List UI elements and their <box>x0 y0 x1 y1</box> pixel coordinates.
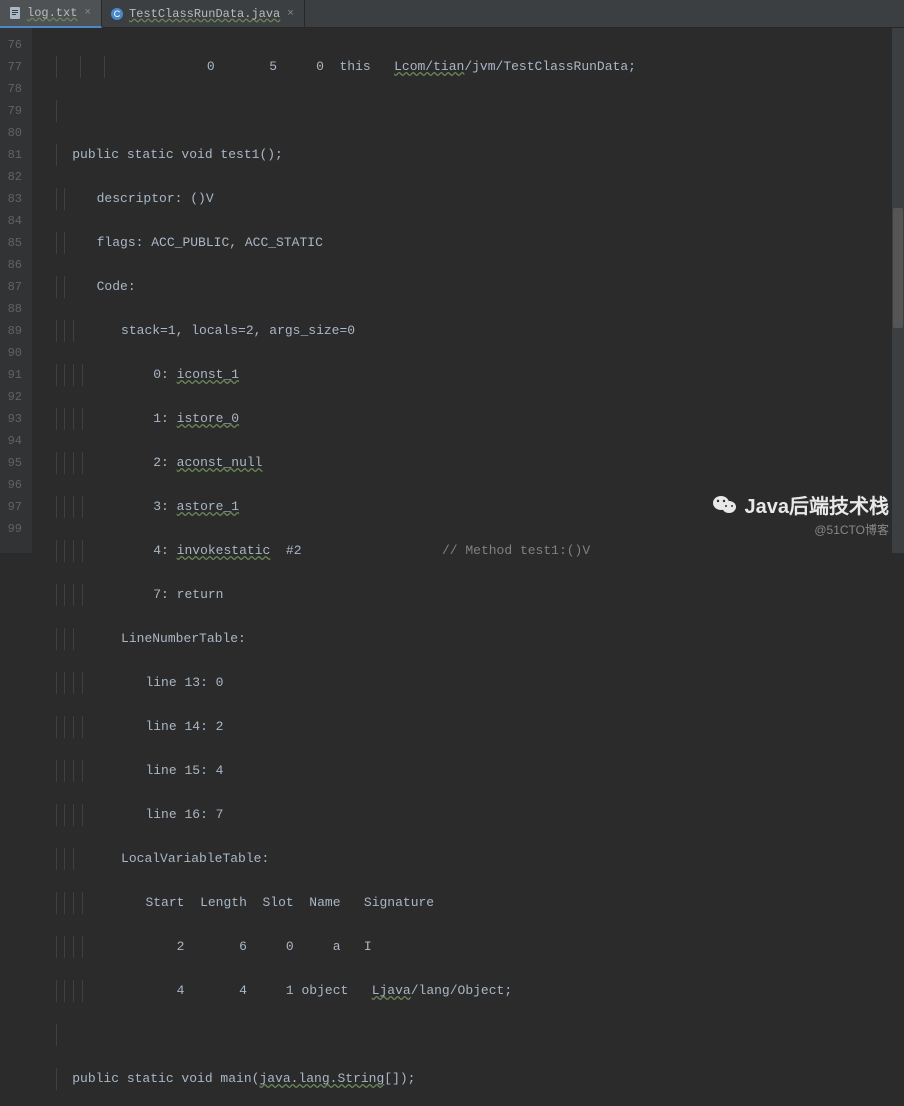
code-line: LocalVariableTable: <box>32 848 904 870</box>
code-line: LineNumberTable: <box>32 628 904 650</box>
code-line: 2: aconst_null <box>32 452 904 474</box>
line-number: 97 <box>0 496 22 518</box>
line-number: 82 <box>0 166 22 188</box>
wechat-icon <box>711 491 739 519</box>
code-line <box>32 1024 904 1046</box>
code-line: line 13: 0 <box>32 672 904 694</box>
code-line: public static void test1(); <box>32 144 904 166</box>
code-line: 4 4 1 object Ljava/lang/Object; <box>32 980 904 1002</box>
code-line: flags: ACC_PUBLIC, ACC_STATIC <box>32 232 904 254</box>
line-number: 79 <box>0 100 22 122</box>
line-number: 78 <box>0 78 22 100</box>
line-number: 81 <box>0 144 22 166</box>
code-line: Start Length Slot Name Signature <box>32 892 904 914</box>
svg-text:C: C <box>114 9 121 19</box>
editor-area: 76 77 78 79 80 81 82 83 84 85 86 87 88 8… <box>0 28 904 553</box>
watermark-text: Java后端技术栈 <box>745 490 890 519</box>
tab-label: TestClassRunData.java <box>129 7 280 21</box>
code-line: descriptor: ()V <box>32 188 904 210</box>
code-line: line 16: 7 <box>32 804 904 826</box>
code-line: stack=1, locals=2, args_size=0 <box>32 320 904 342</box>
code-line <box>32 100 904 122</box>
line-number: 99 <box>0 518 22 540</box>
line-number: 83 <box>0 188 22 210</box>
line-number: 77 <box>0 56 22 78</box>
line-number: 91 <box>0 364 22 386</box>
text-file-icon <box>8 6 22 20</box>
watermark: Java后端技术栈 @51CTO博客 <box>711 490 890 538</box>
editor-tabs: log.txt × C TestClassRunData.java × <box>0 0 904 28</box>
line-number: 87 <box>0 276 22 298</box>
line-number: 86 <box>0 254 22 276</box>
line-number: 84 <box>0 210 22 232</box>
watermark-sub: @51CTO博客 <box>814 521 889 538</box>
line-gutter: 76 77 78 79 80 81 82 83 84 85 86 87 88 8… <box>0 28 32 553</box>
code-line: 7: return <box>32 584 904 606</box>
java-class-icon: C <box>110 7 124 21</box>
line-number: 89 <box>0 320 22 342</box>
line-number: 90 <box>0 342 22 364</box>
vertical-scrollbar[interactable] <box>892 28 904 553</box>
code-line: line 14: 2 <box>32 716 904 738</box>
code-line: Code: <box>32 276 904 298</box>
code-line: line 15: 4 <box>32 760 904 782</box>
scroll-thumb[interactable] <box>893 208 903 328</box>
line-number: 88 <box>0 298 22 320</box>
close-icon[interactable]: × <box>285 8 296 20</box>
line-number: 95 <box>0 452 22 474</box>
code-line: 0: iconst_1 <box>32 364 904 386</box>
code-line: public static void main(java.lang.String… <box>32 1068 904 1090</box>
line-number: 94 <box>0 430 22 452</box>
code-line: 1: istore_0 <box>32 408 904 430</box>
line-number: 96 <box>0 474 22 496</box>
code-line: 0 5 0 this Lcom/tian/jvm/TestClassRunDat… <box>32 56 904 78</box>
close-icon[interactable]: × <box>82 7 93 19</box>
line-number: 76 <box>0 34 22 56</box>
tab-java-file[interactable]: C TestClassRunData.java × <box>102 0 305 28</box>
line-number: 80 <box>0 122 22 144</box>
line-number: 92 <box>0 386 22 408</box>
tab-label: log.txt <box>27 6 77 20</box>
tab-log-txt[interactable]: log.txt × <box>0 0 102 28</box>
code-line: 4: invokestatic #2 // Method test1:()V <box>32 540 904 562</box>
code-content[interactable]: 0 5 0 this Lcom/tian/jvm/TestClassRunDat… <box>32 28 904 553</box>
line-number: 93 <box>0 408 22 430</box>
code-line: 2 6 0 a I <box>32 936 904 958</box>
line-number: 85 <box>0 232 22 254</box>
